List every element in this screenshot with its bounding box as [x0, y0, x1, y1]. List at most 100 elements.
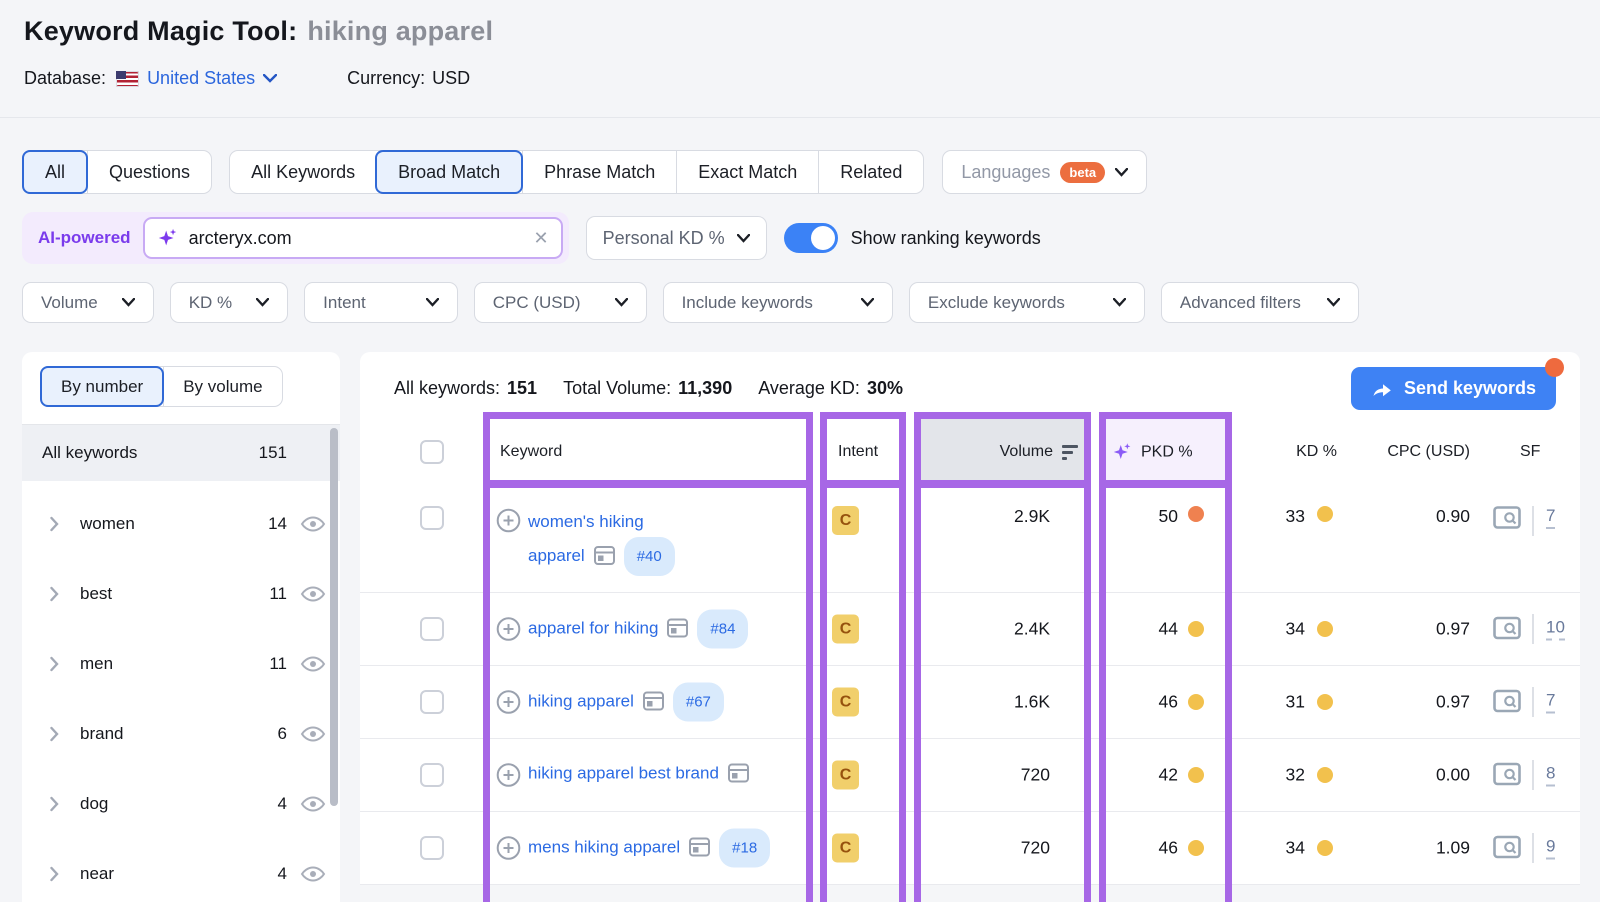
sf-link[interactable]: 8 [1546, 764, 1555, 787]
next-row-partial [360, 884, 1580, 902]
chevron-right-icon[interactable] [50, 517, 59, 532]
column-header-kd[interactable]: KD % [1296, 443, 1337, 461]
volume-filter[interactable]: Volume [22, 282, 154, 323]
serp-features-icon[interactable] [667, 616, 688, 647]
exclude-keywords-filter[interactable]: Exclude keywords [909, 282, 1145, 323]
row-checkbox[interactable] [420, 617, 444, 641]
kd-filter[interactable]: KD % [170, 282, 288, 323]
tab-exact-match[interactable]: Exact Match [676, 151, 818, 193]
chevron-right-icon[interactable] [50, 867, 59, 882]
serp-features-icon[interactable] [689, 835, 710, 866]
eye-icon[interactable] [300, 725, 326, 743]
advanced-filters[interactable]: Advanced filters [1161, 282, 1359, 323]
row-checkbox[interactable] [420, 506, 444, 530]
ranking-badge[interactable]: #84 [697, 610, 748, 649]
kd-dot [1317, 694, 1333, 710]
chevron-right-icon[interactable] [50, 587, 59, 602]
average-kd-label: Average KD: [758, 378, 860, 399]
page-title-query: hiking apparel [307, 16, 493, 46]
intent-badge: C [832, 761, 859, 790]
chevron-right-icon[interactable] [50, 797, 59, 812]
column-header-intent[interactable]: Intent [838, 443, 878, 461]
keyword-link[interactable]: mens hiking apparel [528, 837, 680, 856]
ranking-badge[interactable]: #40 [624, 537, 675, 576]
column-header-sf[interactable]: SF [1520, 443, 1540, 461]
eye-icon[interactable] [300, 515, 326, 533]
sidebar-group-men[interactable]: men 11 [22, 629, 340, 699]
sidebar-group-brand[interactable]: brand 6 [22, 699, 340, 769]
tab-by-number[interactable]: By number [40, 366, 164, 407]
tab-all-keywords[interactable]: All Keywords [230, 151, 376, 193]
match-type-tab-group: All Keywords Broad Match Phrase Match Ex… [229, 150, 924, 194]
sf-link[interactable]: 7 [1546, 506, 1555, 529]
sf-link[interactable]: 10 [1546, 618, 1565, 641]
share-arrow-icon [1371, 380, 1393, 398]
add-keyword-icon[interactable] [496, 508, 521, 533]
sf-link[interactable]: 9 [1546, 837, 1555, 860]
column-header-pkd[interactable]: PKD % [1112, 442, 1193, 463]
tab-all[interactable]: All [22, 150, 88, 194]
serp-preview-icon[interactable] [1493, 617, 1523, 642]
keyword-link[interactable]: hiking apparel [528, 691, 634, 710]
database-selector[interactable]: United States [147, 68, 255, 89]
sf-link[interactable]: 7 [1546, 691, 1555, 714]
row-checkbox[interactable] [420, 836, 444, 860]
total-volume-value: 11,390 [678, 378, 732, 399]
sidebar-group-near[interactable]: near 4 [22, 839, 340, 902]
serp-preview-icon[interactable] [1493, 690, 1523, 715]
ranking-badge[interactable]: #67 [673, 683, 724, 722]
row-checkbox[interactable] [420, 763, 444, 787]
tab-related[interactable]: Related [818, 151, 923, 193]
tab-by-volume[interactable]: By volume [163, 367, 281, 406]
serp-features-icon[interactable] [643, 689, 664, 720]
pkd-dot [1188, 694, 1204, 710]
keyword-link[interactable]: hiking apparel best brand [528, 764, 719, 783]
eye-icon[interactable] [300, 795, 326, 813]
serp-features-icon[interactable] [728, 762, 749, 793]
add-keyword-icon[interactable] [496, 763, 521, 788]
sidebar-item-all-keywords[interactable]: All keywords 151 [22, 424, 340, 481]
tab-questions[interactable]: Questions [87, 151, 211, 193]
chevron-down-icon[interactable] [263, 74, 277, 83]
chevron-right-icon[interactable] [50, 657, 59, 672]
chevron-down-icon [1327, 298, 1340, 307]
column-header-cpc[interactable]: CPC (USD) [1387, 443, 1470, 461]
languages-dropdown[interactable]: Languages beta [942, 150, 1147, 194]
search-input[interactable]: arcteryx.com ✕ [143, 217, 563, 259]
intent-badge: C [832, 834, 859, 863]
sidebar-group-dog[interactable]: dog 4 [22, 769, 340, 839]
personal-kd-dropdown[interactable]: Personal KD % [586, 216, 767, 260]
row-checkbox[interactable] [420, 690, 444, 714]
eye-icon[interactable] [300, 655, 326, 673]
intent-filter[interactable]: Intent [304, 282, 458, 323]
add-keyword-icon[interactable] [496, 836, 521, 861]
column-header-keyword[interactable]: Keyword [500, 443, 562, 461]
cpc-filter[interactable]: CPC (USD) [474, 282, 647, 323]
sidebar-group-best[interactable]: best 11 [22, 559, 340, 629]
ranking-badge[interactable]: #18 [719, 829, 770, 868]
notification-dot [1545, 358, 1564, 377]
sidebar-group-women[interactable]: women 14 [22, 489, 340, 559]
add-keyword-icon[interactable] [496, 617, 521, 642]
volume-value: 720 [1021, 765, 1050, 786]
tab-broad-match[interactable]: Broad Match [375, 150, 523, 194]
add-keyword-icon[interactable] [496, 690, 521, 715]
chevron-down-icon [122, 298, 135, 307]
tab-phrase-match[interactable]: Phrase Match [522, 151, 676, 193]
include-keywords-filter[interactable]: Include keywords [663, 282, 893, 323]
eye-icon[interactable] [300, 865, 326, 883]
send-keywords-button[interactable]: Send keywords [1351, 367, 1556, 410]
chevron-down-icon [1113, 298, 1126, 307]
database-label: Database: [24, 68, 106, 89]
serp-preview-icon[interactable] [1493, 506, 1523, 531]
show-ranking-keywords-toggle[interactable] [784, 223, 838, 253]
serp-preview-icon[interactable] [1493, 763, 1523, 788]
eye-icon[interactable] [300, 585, 326, 603]
serp-preview-icon[interactable] [1493, 836, 1523, 861]
clear-search-icon[interactable]: ✕ [533, 228, 548, 249]
keyword-link[interactable]: apparel for hiking [528, 618, 658, 637]
chevron-right-icon[interactable] [50, 727, 59, 742]
select-all-checkbox[interactable] [420, 440, 444, 464]
serp-features-icon[interactable] [594, 544, 615, 575]
column-header-volume[interactable]: Volume [1000, 443, 1078, 461]
